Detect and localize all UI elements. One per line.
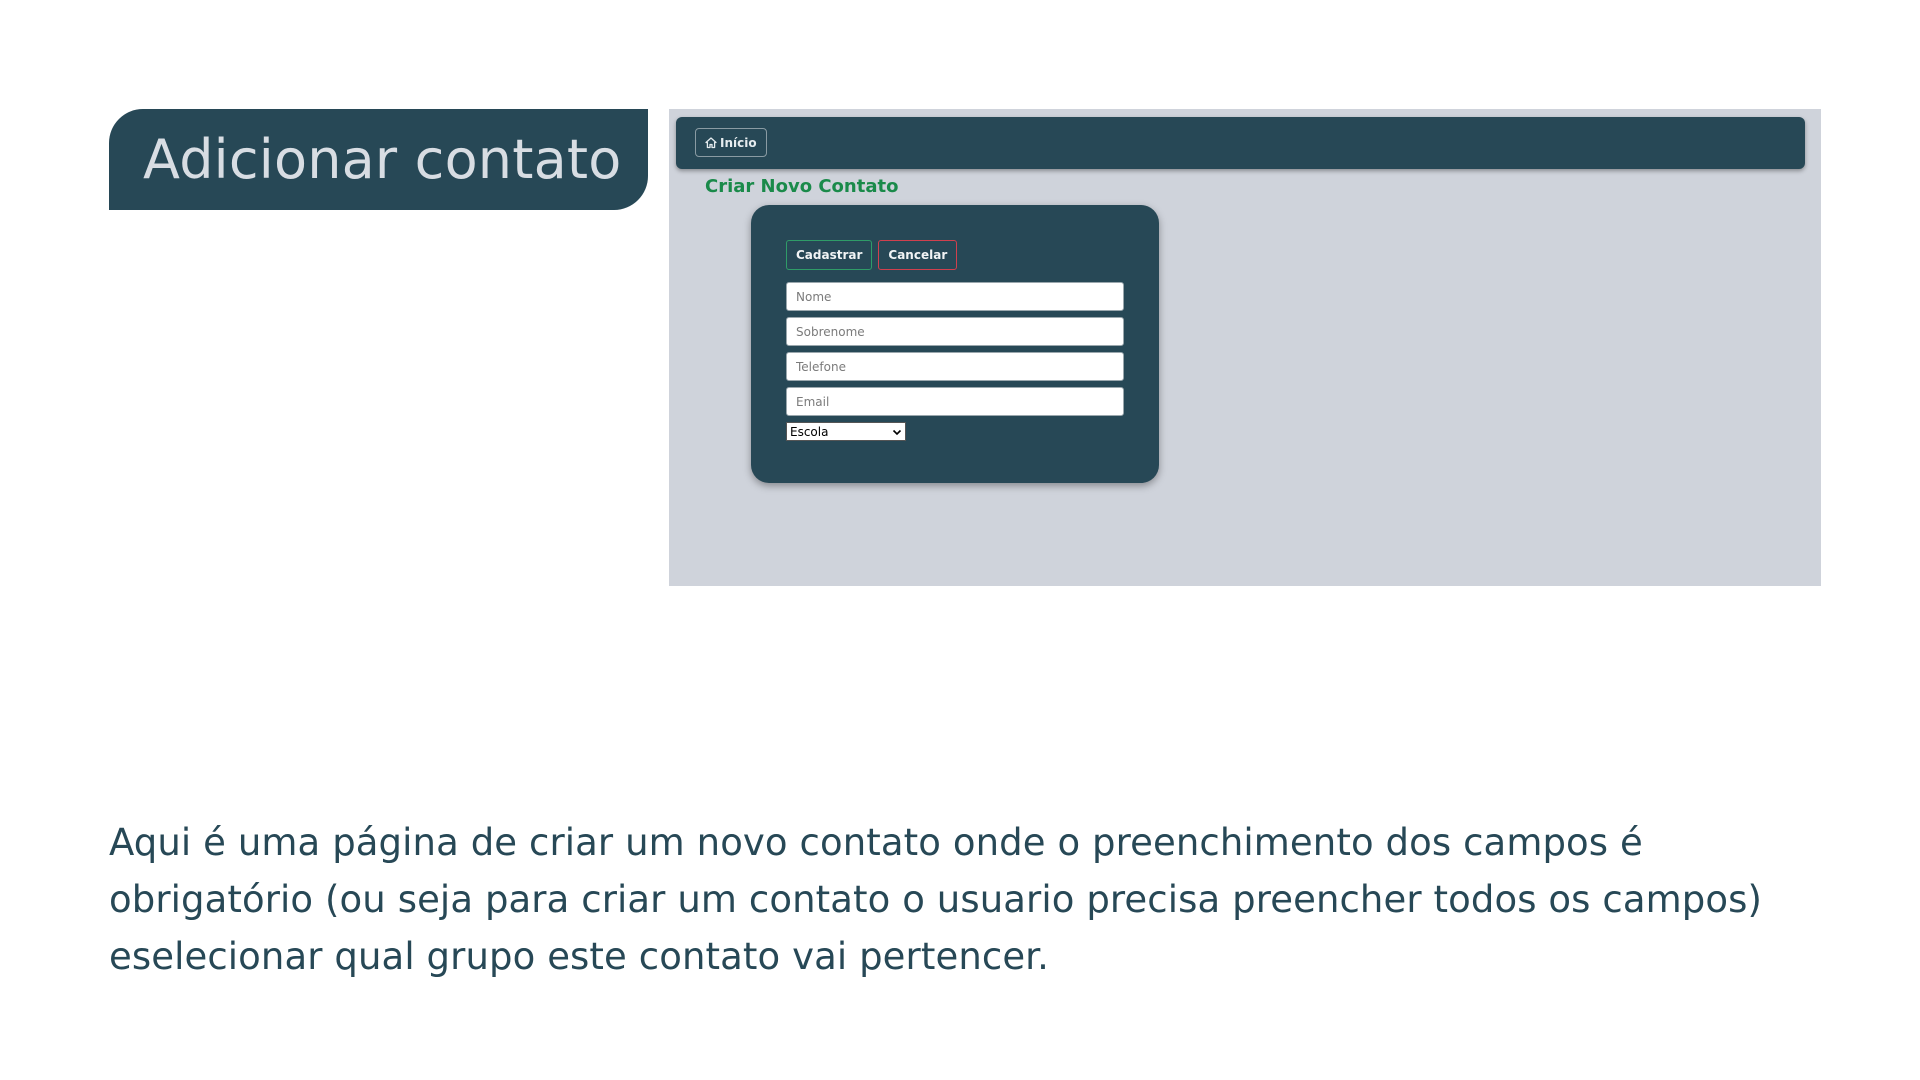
cancel-button[interactable]: Cancelar bbox=[878, 240, 958, 270]
email-field[interactable] bbox=[786, 387, 1124, 416]
last-name-field[interactable] bbox=[786, 317, 1124, 346]
slide: Adicionar contato Início Criar Novo Cont… bbox=[0, 0, 1920, 1080]
navbar: Início bbox=[676, 117, 1805, 169]
contact-form: Cadastrar Cancelar Escola bbox=[751, 205, 1159, 483]
home-button-label: Início bbox=[720, 135, 757, 150]
first-name-field[interactable] bbox=[786, 282, 1124, 311]
save-button[interactable]: Cadastrar bbox=[786, 240, 873, 270]
slide-title: Adicionar contato bbox=[143, 128, 622, 191]
group-select[interactable]: Escola bbox=[786, 422, 906, 441]
home-icon bbox=[705, 136, 717, 148]
phone-field[interactable] bbox=[786, 352, 1124, 381]
chevron-down-icon bbox=[892, 429, 902, 435]
home-button[interactable]: Início bbox=[695, 128, 767, 157]
group-select-value: Escola bbox=[790, 424, 829, 439]
app-screenshot: Início Criar Novo Contato Cadastrar Canc… bbox=[669, 109, 1821, 586]
page-heading: Criar Novo Contato bbox=[705, 176, 899, 197]
slide-caption: Aqui é uma página de criar um novo conta… bbox=[109, 821, 1762, 978]
slide-title-box: Adicionar contato bbox=[109, 109, 648, 210]
form-actions: Cadastrar Cancelar bbox=[786, 240, 958, 270]
